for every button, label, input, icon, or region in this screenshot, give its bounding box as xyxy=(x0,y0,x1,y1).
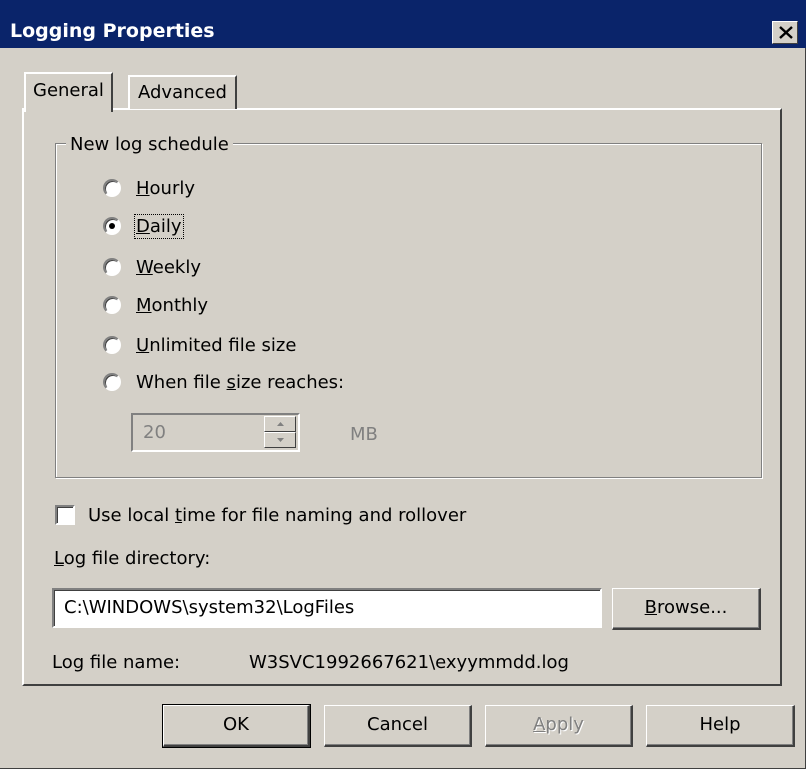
arrow-down-icon xyxy=(277,438,284,442)
cancel-button[interactable]: Cancel xyxy=(324,705,472,747)
apply-button[interactable]: Apply xyxy=(485,705,633,747)
window-title: Logging Properties xyxy=(10,20,215,42)
file-size-stepper[interactable]: 20 xyxy=(131,413,300,452)
log-directory-input[interactable]: C:\WINDOWS\system32\LogFiles xyxy=(52,588,602,628)
radio-button[interactable] xyxy=(103,258,121,276)
spin-up-button[interactable] xyxy=(264,416,296,432)
close-button[interactable] xyxy=(772,21,798,44)
radio-button[interactable] xyxy=(103,336,121,354)
local-time-label[interactable]: Use local time for file naming and rollo… xyxy=(88,505,466,526)
tab-general[interactable]: General xyxy=(24,72,113,112)
log-file-name-value: W3SVC1992667621\exyymmdd.log xyxy=(249,652,569,673)
radio-button[interactable] xyxy=(103,217,121,235)
tab-advanced[interactable]: Advanced xyxy=(128,75,237,109)
ok-button[interactable]: OK xyxy=(162,704,311,748)
radio-button[interactable] xyxy=(103,179,121,197)
radio-unlimited-label: Unlimited file size xyxy=(136,335,297,356)
radio-button[interactable] xyxy=(103,296,121,314)
log-file-name-label: Log file name: xyxy=(52,652,181,673)
local-time-checkbox[interactable] xyxy=(55,505,75,525)
radio-monthly-label: Monthly xyxy=(136,295,209,316)
tab-general-label: General xyxy=(33,80,104,101)
tab-advanced-label: Advanced xyxy=(138,82,227,103)
size-unit-label: MB xyxy=(350,424,378,445)
radio-daily-label: Daily xyxy=(134,214,184,239)
log-directory-label: Log file directory: xyxy=(54,548,211,569)
radio-selected-dot xyxy=(109,223,115,229)
radio-size-limit-label: When file size reaches: xyxy=(136,372,345,393)
arrow-up-icon xyxy=(277,422,284,426)
radio-weekly-label: Weekly xyxy=(136,257,201,278)
log-schedule-legend: New log schedule xyxy=(66,134,233,155)
file-size-value[interactable]: 20 xyxy=(143,422,166,443)
help-button[interactable]: Help xyxy=(646,705,795,747)
radio-button[interactable] xyxy=(103,373,121,391)
close-icon xyxy=(779,26,793,39)
spin-down-button[interactable] xyxy=(264,432,296,448)
browse-button[interactable]: Browse... xyxy=(612,588,761,630)
radio-hourly-label: Hourly xyxy=(136,178,196,199)
